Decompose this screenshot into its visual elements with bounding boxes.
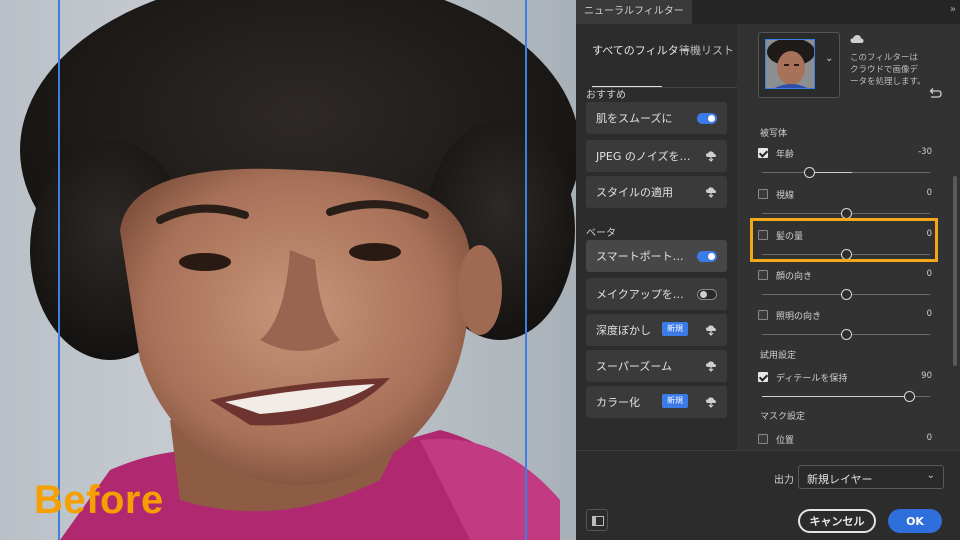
cloud-download-icon[interactable] [705, 186, 717, 198]
right-guide-line [525, 0, 527, 540]
output-label: 出力 [774, 475, 794, 486]
param-retain-details: ディテールを保持 90 [758, 370, 932, 404]
cancel-button[interactable]: キャンセル [798, 509, 876, 533]
face-thumbnail-image [767, 40, 814, 88]
filter-list-column: すべてのフィルター 待機リスト おすすめ 肌をスムーズに JPEG のノイズを…… [576, 24, 737, 450]
filter-colorize[interactable]: カラー化 新規 [586, 386, 727, 418]
new-badge: 新規 [662, 322, 688, 336]
param-label: 年齢 [776, 150, 795, 160]
filter-name: スタイルの適用 [596, 186, 673, 199]
param-value[interactable]: 0 [927, 309, 932, 319]
filter-name: 深度ぼかし [596, 324, 651, 337]
slider-knob[interactable] [841, 329, 852, 340]
filter-name: スマートポート… [596, 250, 684, 263]
chevron-down-icon: ⌄ [926, 470, 935, 481]
checkbox-checked[interactable] [758, 372, 768, 382]
param-head-direction: 顔の向き 0 [758, 268, 932, 302]
toggle-off-switch[interactable] [697, 289, 717, 300]
toggle-on-switch[interactable] [697, 251, 717, 262]
section-beta: ベータ [586, 228, 616, 239]
filter-name: スーパーズーム [596, 360, 673, 373]
param-label: ディテールを保持 [776, 374, 848, 384]
new-badge: 新規 [662, 394, 688, 408]
checkbox-unchecked[interactable] [758, 434, 768, 444]
slider-knob[interactable] [904, 391, 915, 402]
cloud-icon [850, 35, 864, 43]
cloud-download-icon[interactable] [705, 396, 717, 408]
section-featured: おすすめ [586, 90, 626, 101]
cloud-download-icon[interactable] [705, 360, 717, 372]
param-value[interactable]: 0 [927, 433, 932, 443]
param-value[interactable]: 0 [927, 269, 932, 279]
slider-fill [762, 396, 912, 397]
param-light-direction: 照明の向き 0 [758, 308, 932, 342]
slider-knob[interactable] [804, 167, 815, 178]
slider-knob[interactable] [841, 289, 852, 300]
param-position: 位置 0 [758, 432, 932, 448]
filter-name: 肌をスムーズに [596, 112, 673, 125]
filter-super-zoom[interactable]: スーパーズーム [586, 350, 727, 382]
param-label: 照明の向き [776, 312, 822, 322]
checkbox-unchecked[interactable] [758, 189, 768, 199]
neural-filters-panel: ニューラルフィルター » すべてのフィルター 待機リスト おすすめ 肌をスムーズ… [576, 0, 960, 540]
output-value: 新規レイヤー [807, 473, 873, 486]
param-gaze: 視線 0 [758, 187, 932, 221]
tab-all-filters[interactable]: すべてのフィルター [592, 42, 690, 58]
filter-name: カラー化 [596, 396, 640, 409]
settings-scrollbar[interactable] [953, 176, 957, 366]
group-mask-settings: マスク設定 [760, 412, 806, 422]
cloud-download-icon[interactable] [705, 150, 717, 162]
before-label: Before [34, 478, 164, 522]
param-age: 年齢 -30 [758, 146, 932, 180]
checkbox-unchecked[interactable] [758, 310, 768, 320]
output-select[interactable]: 新規レイヤー ⌄ [798, 465, 944, 489]
chevron-down-icon[interactable]: ⌄ [825, 53, 833, 64]
hair-thickness-highlight [750, 218, 938, 262]
face-selector[interactable]: ⌄ [758, 32, 840, 98]
param-value[interactable]: 0 [927, 188, 932, 198]
group-subject: 被写体 [760, 129, 788, 139]
left-guide-line [58, 0, 60, 540]
slider-fill [814, 172, 852, 173]
group-trial-settings: 試用設定 [760, 351, 797, 361]
param-label: 位置 [776, 436, 795, 446]
photo-canvas: Before [0, 0, 576, 540]
checkbox-checked[interactable] [758, 148, 768, 158]
filter-tabs: すべてのフィルター 待機リスト [592, 42, 737, 88]
reset-icon[interactable] [928, 86, 942, 100]
param-value[interactable]: -30 [918, 147, 932, 157]
filter-depth-blur[interactable]: 深度ぼかし 新規 [586, 314, 727, 346]
filter-makeup-transfer[interactable]: メイクアップを… [586, 278, 727, 310]
param-label: 視線 [776, 191, 795, 201]
filter-skin-smoothing[interactable]: 肌をスムーズに [586, 102, 727, 134]
cloud-download-icon[interactable] [705, 324, 717, 336]
param-label: 顔の向き [776, 272, 813, 282]
filter-jpeg-artifacts[interactable]: JPEG のノイズを… [586, 140, 727, 172]
filter-name: JPEG のノイズを… [596, 150, 691, 163]
filter-name: メイクアップを… [596, 288, 684, 301]
filter-smart-portrait[interactable]: スマートポート… [586, 240, 727, 272]
face-thumbnail[interactable] [765, 39, 815, 89]
tab-waitlist[interactable]: 待機リスト [679, 42, 734, 58]
panel-header: ニューラルフィルター » [576, 0, 960, 24]
show-hide-panel-icon[interactable] [586, 509, 608, 531]
ok-button[interactable]: OK [888, 509, 942, 533]
portrait-illustration [20, 0, 576, 540]
checkbox-unchecked[interactable] [758, 270, 768, 280]
toggle-on-switch[interactable] [697, 113, 717, 124]
cloud-processing-message: このフィルターはクラウドで画像データを処理します。 [850, 53, 926, 87]
panel-footer: 出力 新規レイヤー ⌄ キャンセル OK [576, 450, 960, 540]
collapse-panel-icon[interactable]: » [950, 4, 956, 15]
param-value[interactable]: 90 [921, 371, 932, 381]
filter-style-transfer[interactable]: スタイルの適用 [586, 176, 727, 208]
panel-tab-neural-filters[interactable]: ニューラルフィルター [576, 0, 692, 24]
